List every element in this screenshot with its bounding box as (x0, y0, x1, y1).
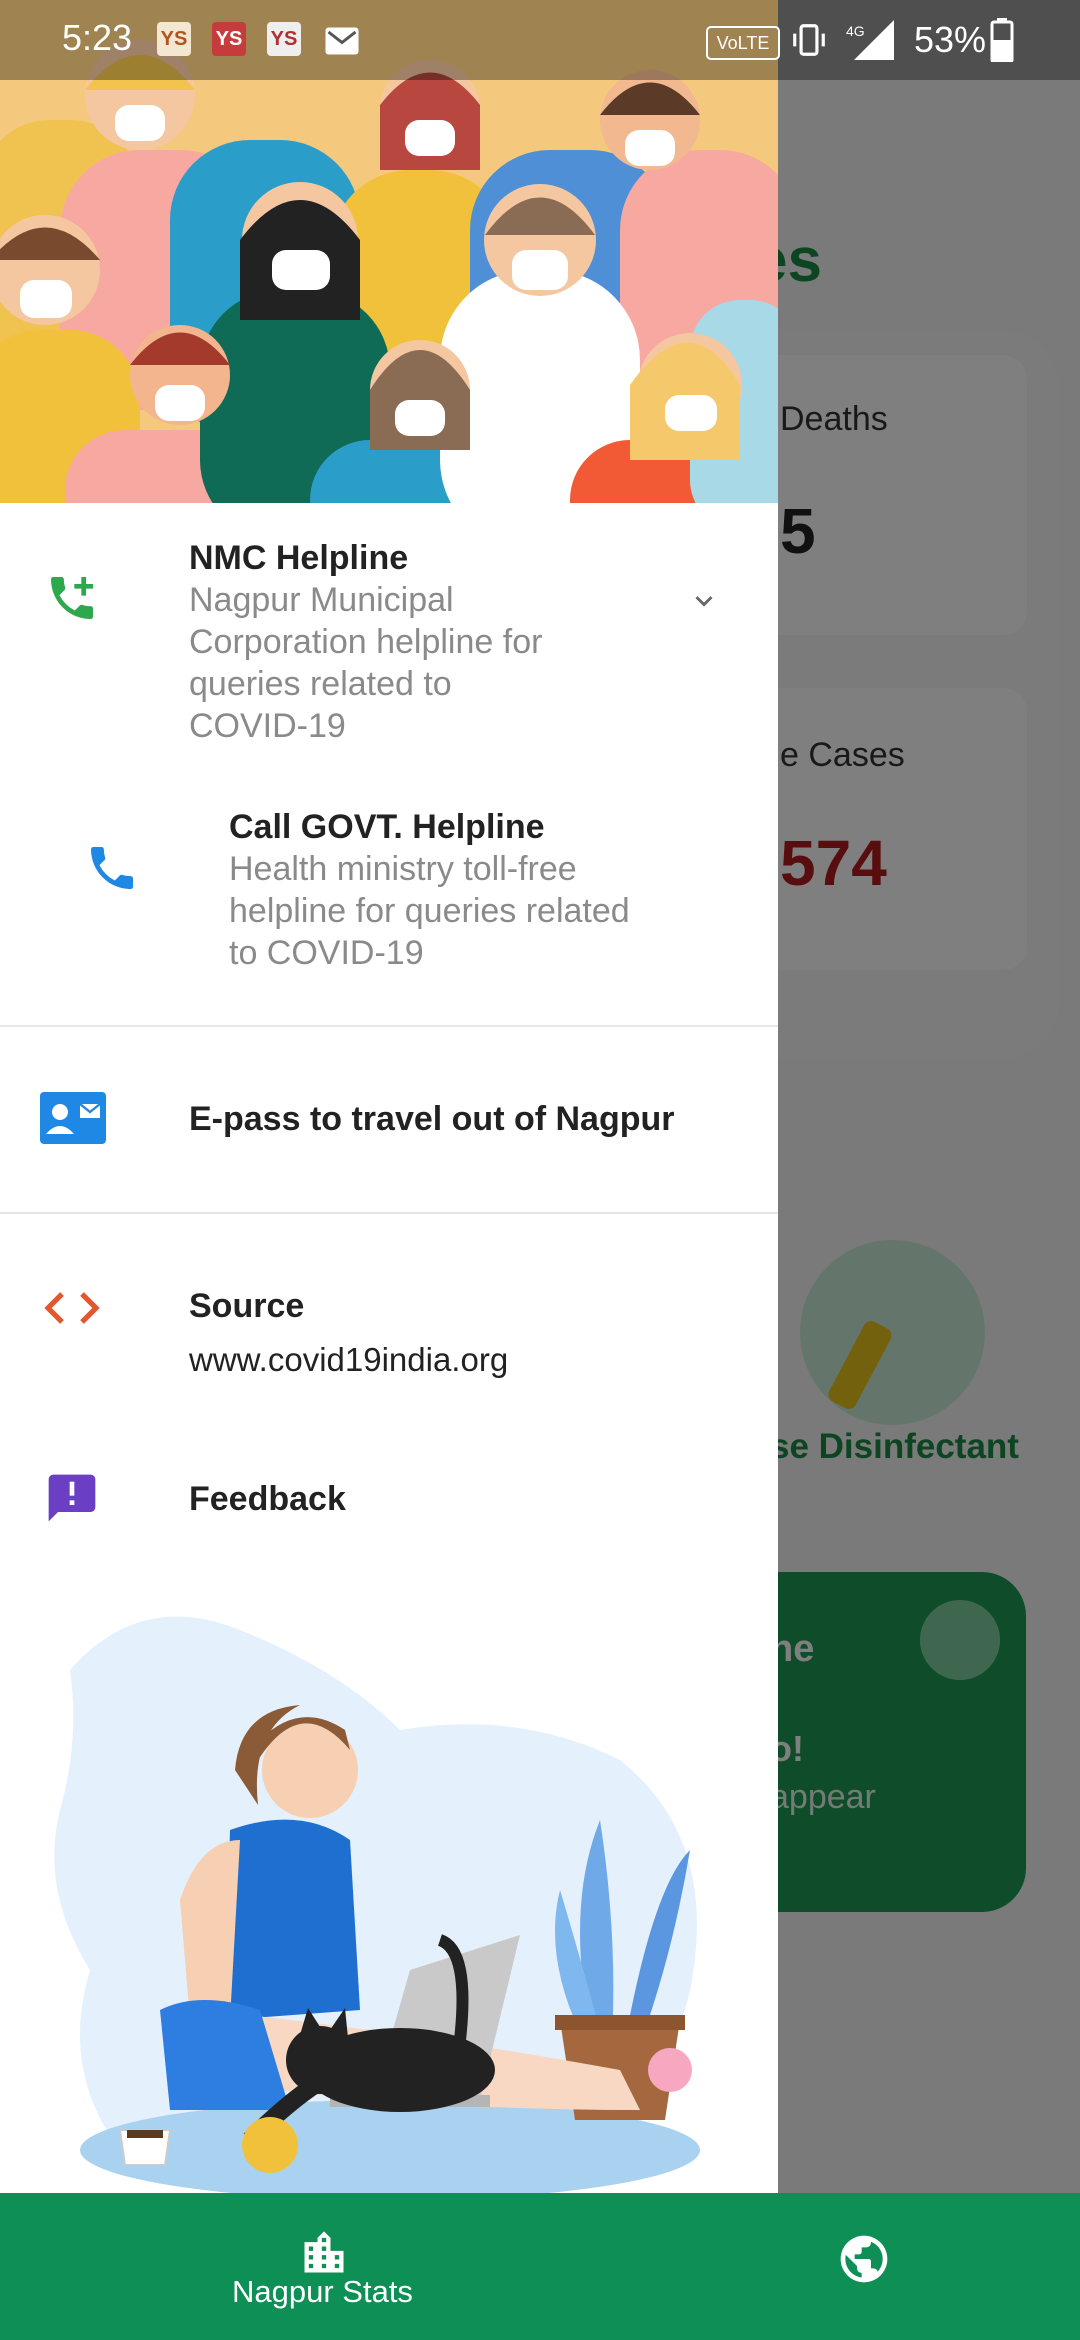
source-link[interactable]: www.covid19india.org (189, 1339, 508, 1381)
app-notification-icon: YS (157, 22, 191, 56)
woman-laptop-cat-illustration (54, 1616, 700, 2193)
bottom-navigation (0, 2193, 1080, 2340)
source-title: Source (189, 1287, 305, 1325)
code-icon (44, 1292, 100, 1324)
divider (0, 1212, 778, 1214)
app-notification-icon: YS (212, 22, 246, 56)
phone-icon (91, 847, 133, 889)
nmc-helpline-title: NMC Helpline (189, 539, 409, 577)
mail-icon (325, 27, 359, 55)
status-bar: 5:23 YS YS YS VoLTE 4G 53% (0, 0, 1080, 80)
battery-percent: 53% (914, 19, 987, 60)
volte-icon: VoLTE (706, 26, 780, 60)
feedback-icon (48, 1474, 96, 1522)
epass-title: E-pass to travel out of Nagpur (189, 1100, 675, 1138)
nmc-helpline-subtitle-line3: queries related to (189, 665, 452, 703)
battery-icon (990, 18, 1014, 62)
navigation-drawer: NMC Helpline Nagpur Municipal Corporatio… (0, 0, 778, 2193)
network-type: 4G (846, 23, 865, 39)
nmc-helpline-subtitle-line4: COVID-19 (189, 707, 346, 745)
globe-icon (840, 2235, 888, 2283)
govt-helpline-subtitle-line1: Health ministry toll-free (229, 850, 577, 888)
phone-add-icon (51, 577, 93, 619)
chevron-down-icon[interactable] (684, 584, 724, 618)
nmc-helpline-subtitle-line1: Nagpur Municipal (189, 581, 454, 619)
id-card-icon (40, 1092, 106, 1144)
app-notification-icon: YS (267, 22, 301, 56)
drawer-footer-illustration (0, 1590, 778, 2193)
govt-helpline-subtitle-line3: to COVID-19 (229, 934, 424, 972)
nav-nagpur-stats-label[interactable]: Nagpur Stats (232, 2274, 413, 2310)
govt-helpline-title: Call GOVT. Helpline (229, 808, 545, 846)
nmc-helpline-subtitle-line2: Corporation helpline for (189, 623, 543, 661)
vibrate-icon (793, 24, 825, 56)
clock: 5:23 (62, 17, 133, 58)
divider (0, 1025, 778, 1027)
feedback-title: Feedback (189, 1480, 346, 1518)
city-icon (304, 2231, 344, 2273)
govt-helpline-subtitle-line2: helpline for queries related (229, 892, 630, 930)
signal-icon: 4G (846, 20, 894, 60)
